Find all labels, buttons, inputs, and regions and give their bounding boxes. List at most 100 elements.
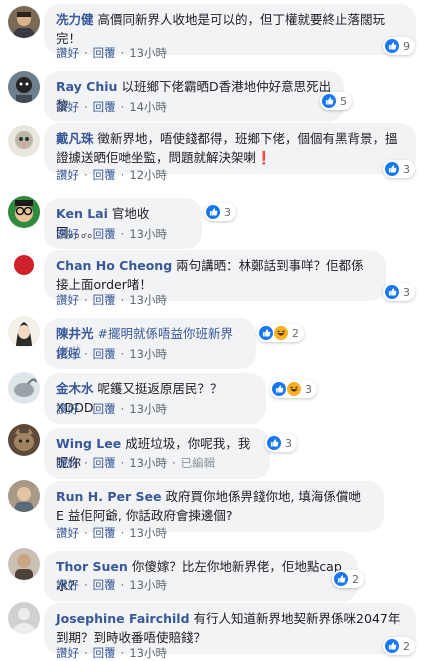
reply-button[interactable]: 回覆 bbox=[93, 100, 116, 114]
timestamp[interactable]: 13小時 bbox=[129, 293, 167, 307]
reply-button[interactable]: 回覆 bbox=[93, 168, 116, 182]
like-button[interactable]: 讚好 bbox=[56, 646, 79, 660]
reaction-count: 3 bbox=[285, 436, 292, 450]
commenter-name[interactable]: Chan Ho Cheong bbox=[56, 258, 172, 273]
reply-button[interactable]: 回覆 bbox=[93, 347, 116, 361]
avatar[interactable] bbox=[8, 196, 40, 228]
reply-button[interactable]: 回覆 bbox=[93, 227, 116, 241]
avatar[interactable] bbox=[8, 548, 40, 580]
avatar[interactable] bbox=[8, 71, 40, 103]
like-icon bbox=[385, 39, 399, 53]
reaction-summary[interactable]: 3 bbox=[383, 160, 415, 178]
comment-actions: 讚好 · 回覆 · 13小時 bbox=[56, 46, 167, 60]
reaction-summary[interactable]: 2 bbox=[383, 637, 415, 655]
reply-button[interactable]: 回覆 bbox=[93, 646, 116, 660]
commenter-name[interactable]: Josephine Fairchild bbox=[56, 611, 190, 626]
reply-button[interactable]: 回覆 bbox=[93, 46, 116, 60]
reply-button[interactable]: 回覆 bbox=[93, 293, 116, 307]
comment-text: 高價同新界人收地是可以的，但丁權就要終止落闊玩完！ bbox=[56, 12, 386, 46]
haha-icon bbox=[287, 382, 301, 396]
like-icon bbox=[322, 94, 336, 108]
reaction-count: 2 bbox=[352, 572, 359, 586]
reply-button[interactable]: 回覆 bbox=[93, 456, 116, 470]
commenter-name[interactable]: Ken Lai bbox=[56, 206, 108, 221]
like-icon bbox=[385, 285, 399, 299]
comment-text: 徵新界地，唔使錢都得，班鄉下佬，個個有黑背景，搵證據送晒佢哋坐監，問題就解決架喇… bbox=[56, 131, 398, 165]
like-icon bbox=[385, 162, 399, 176]
comment-actions: 讚好 · 回覆 · 13小時 bbox=[56, 293, 167, 307]
like-icon bbox=[334, 572, 348, 586]
reaction-summary[interactable]: 5 bbox=[320, 92, 352, 110]
like-button[interactable]: 讚好 bbox=[56, 293, 79, 307]
reply-button[interactable]: 回覆 bbox=[93, 578, 116, 592]
like-button[interactable]: 讚好 bbox=[56, 347, 79, 361]
like-icon bbox=[259, 326, 273, 340]
comment-actions: 讚好 · 回覆 · 13小時 bbox=[56, 402, 167, 416]
haha-icon bbox=[274, 326, 288, 340]
timestamp[interactable]: 13小時 bbox=[129, 227, 167, 241]
reply-button[interactable]: 回覆 bbox=[93, 526, 116, 540]
comment-actions: 讚好 · 回覆 · 13小時 · 已編輯 bbox=[56, 456, 216, 470]
reaction-summary[interactable]: 3 bbox=[265, 434, 297, 452]
reaction-summary[interactable]: 3 bbox=[204, 203, 236, 221]
comment-actions: 讚好 · 回覆 · 12小時 bbox=[56, 168, 167, 182]
like-button[interactable]: 讚好 bbox=[56, 227, 79, 241]
commenter-name[interactable]: 金木水 bbox=[56, 381, 94, 396]
commenter-name[interactable]: 戴凡珠 bbox=[56, 131, 94, 146]
avatar[interactable] bbox=[8, 125, 40, 157]
reaction-count: 2 bbox=[292, 326, 299, 340]
reaction-summary[interactable]: 9 bbox=[383, 37, 415, 55]
reaction-summary[interactable]: 2 bbox=[332, 570, 364, 588]
commenter-name[interactable]: Wing Lee bbox=[56, 436, 121, 451]
avatar[interactable] bbox=[8, 249, 40, 281]
reaction-summary[interactable]: 2 bbox=[257, 324, 304, 342]
reaction-count: 3 bbox=[224, 205, 231, 219]
like-button[interactable]: 讚好 bbox=[56, 402, 79, 416]
commenter-name[interactable]: Thor Suen bbox=[56, 559, 128, 574]
comment-actions: 讚好 · 回覆 · 13小時 bbox=[56, 646, 167, 660]
comment-actions: 讚好 · 回覆 · 13小時 bbox=[56, 347, 167, 361]
timestamp[interactable]: 14小時 bbox=[129, 100, 167, 114]
comment-actions: 讚好 · 回覆 · 13小時 bbox=[56, 526, 167, 540]
reaction-summary[interactable]: 3 bbox=[270, 380, 317, 398]
timestamp[interactable]: 13小時 bbox=[129, 347, 167, 361]
commenter-name[interactable]: 陳井光 bbox=[56, 326, 94, 341]
like-button[interactable]: 讚好 bbox=[56, 526, 79, 540]
commenter-name[interactable]: Ray Chiu bbox=[56, 79, 117, 94]
like-button[interactable]: 讚好 bbox=[56, 100, 79, 114]
timestamp[interactable]: 13小時 bbox=[129, 526, 167, 540]
avatar[interactable] bbox=[8, 480, 40, 512]
like-button[interactable]: 讚好 bbox=[56, 168, 79, 182]
timestamp[interactable]: 13小時 bbox=[129, 402, 167, 416]
timestamp[interactable]: 13小時 bbox=[129, 578, 167, 592]
comment-bubble: Wing Lee 成班垃圾，你呢我，我呢你 bbox=[44, 428, 270, 479]
reaction-summary[interactable]: 3 bbox=[383, 283, 415, 301]
reaction-count: 5 bbox=[340, 94, 347, 108]
avatar[interactable] bbox=[8, 6, 40, 38]
edited-label[interactable]: 已編輯 bbox=[181, 456, 216, 470]
avatar[interactable] bbox=[8, 424, 40, 456]
timestamp[interactable]: 13小時 bbox=[129, 456, 167, 470]
avatar[interactable] bbox=[8, 316, 40, 348]
avatar[interactable] bbox=[8, 602, 40, 634]
reaction-count: 3 bbox=[305, 382, 312, 396]
comment-actions: 讚好 · 回覆 · 14小時 bbox=[56, 100, 167, 114]
like-button[interactable]: 讚好 bbox=[56, 456, 79, 470]
like-icon bbox=[206, 205, 220, 219]
comment-actions: 讚好 · 回覆 · 13小時 bbox=[56, 578, 167, 592]
like-button[interactable]: 讚好 bbox=[56, 46, 79, 60]
commenter-name[interactable]: Run H. Per See bbox=[56, 489, 161, 504]
timestamp[interactable]: 13小時 bbox=[129, 46, 167, 60]
avatar[interactable] bbox=[8, 372, 40, 404]
commenter-name[interactable]: 冼力健 bbox=[56, 12, 94, 27]
like-icon bbox=[272, 382, 286, 396]
like-icon bbox=[385, 639, 399, 653]
timestamp[interactable]: 13小時 bbox=[129, 646, 167, 660]
reaction-count: 9 bbox=[403, 39, 410, 53]
reaction-count: 3 bbox=[403, 162, 410, 176]
timestamp[interactable]: 12小時 bbox=[129, 168, 167, 182]
comment-actions: 讚好 · 回覆 · 13小時 bbox=[56, 227, 167, 241]
reaction-count: 3 bbox=[403, 285, 410, 299]
reply-button[interactable]: 回覆 bbox=[93, 402, 116, 416]
like-button[interactable]: 讚好 bbox=[56, 578, 79, 592]
